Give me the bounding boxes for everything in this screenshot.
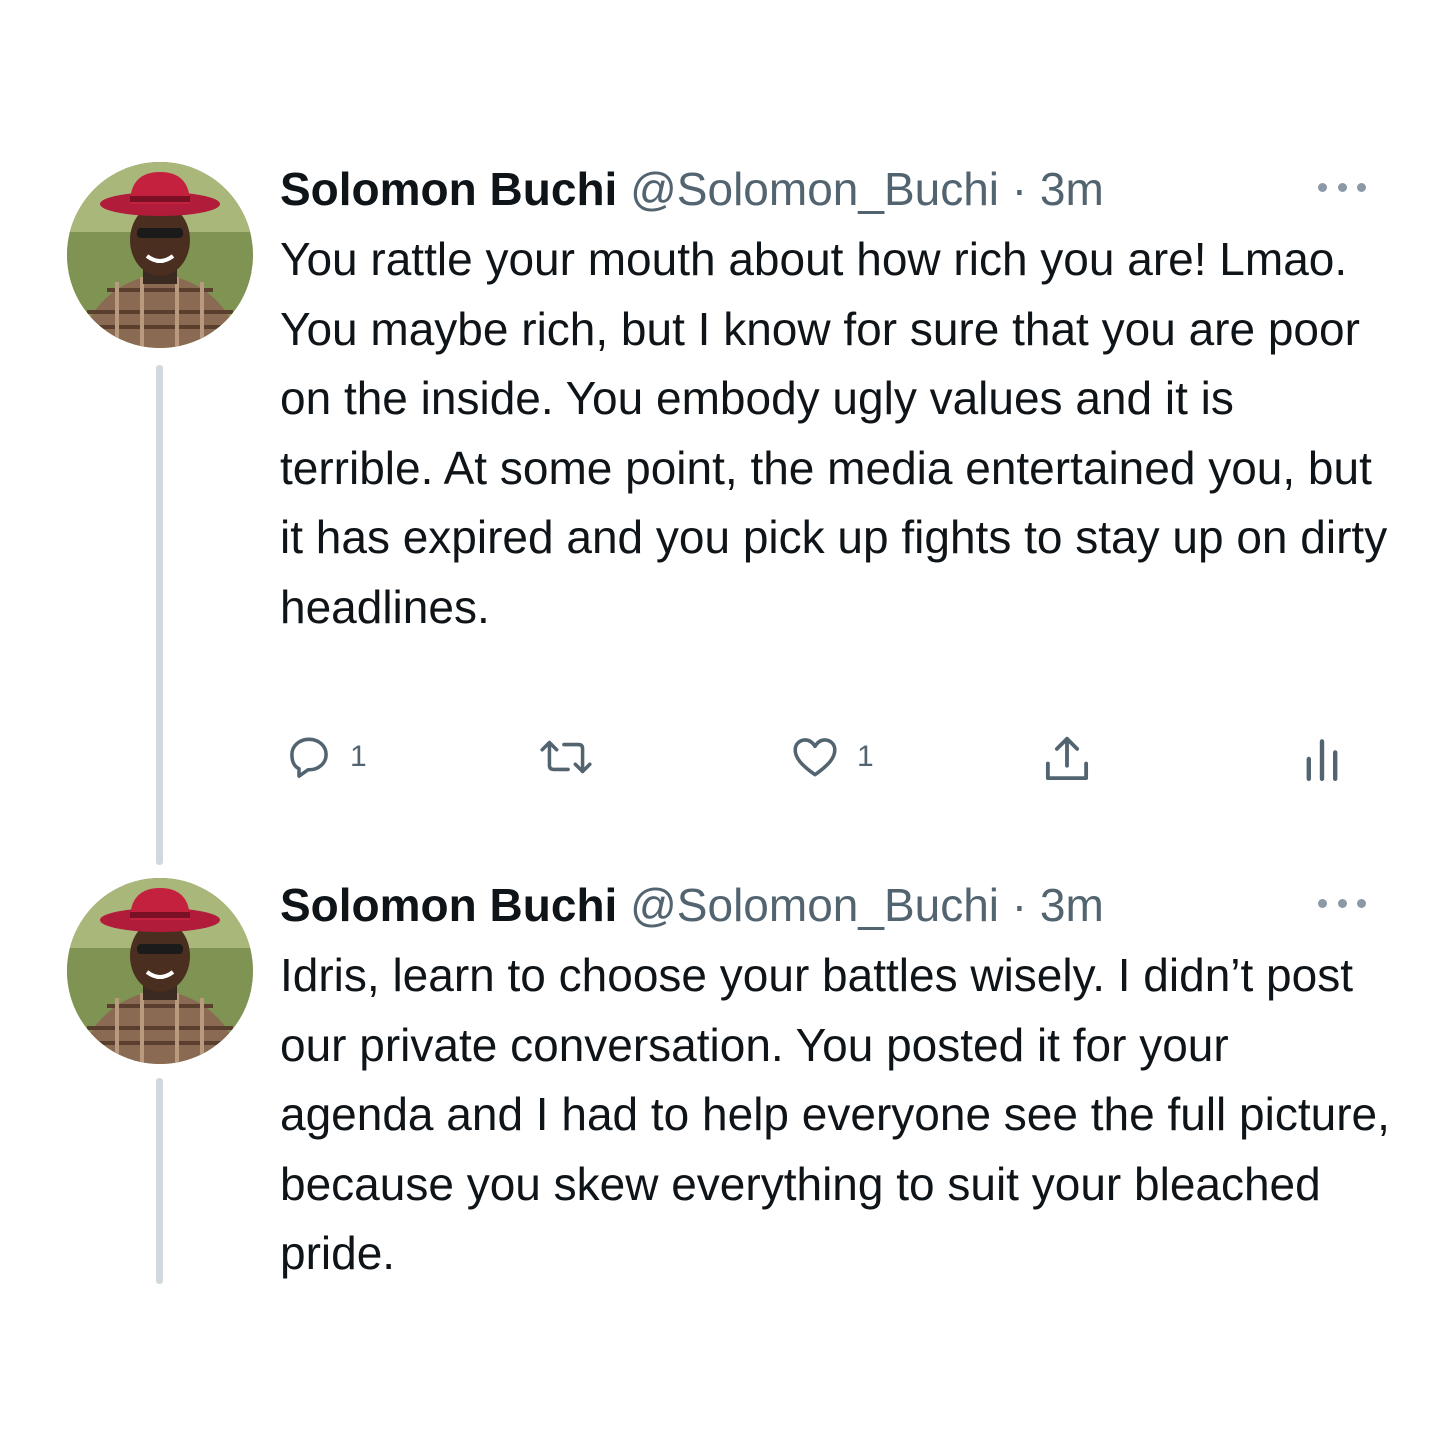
analytics-button[interactable] (1300, 732, 1344, 786)
avatar-photo-icon (67, 878, 253, 1064)
avatar-photo-icon (67, 162, 253, 348)
like-count: 1 (857, 740, 874, 773)
author-handle[interactable]: @Solomon_Buchi (630, 879, 999, 931)
separator-dot: · (1011, 163, 1028, 215)
tweet-timestamp[interactable]: 3m (1040, 879, 1104, 931)
avatar[interactable] (67, 878, 253, 1064)
tweet-timestamp[interactable]: 3m (1040, 163, 1104, 215)
tweet-header: Solomon Buchi @Solomon_Buchi · 3m (280, 878, 1104, 932)
tweet-actions: 1 1 (0, 732, 1440, 792)
tweet-text: You rattle your mouth about how rich you… (280, 233, 1388, 633)
tweet-header: Solomon Buchi @Solomon_Buchi · 3m (280, 162, 1104, 216)
share-icon (1045, 736, 1089, 781)
reply-icon (290, 737, 328, 778)
author-name[interactable]: Solomon Buchi (280, 879, 617, 931)
share-button[interactable] (1040, 732, 1094, 786)
thread-connector-line (156, 1078, 163, 1284)
retweet-button[interactable] (537, 732, 611, 782)
reply-button[interactable]: 1 (284, 732, 367, 782)
author-name[interactable]: Solomon Buchi (280, 163, 617, 215)
like-icon (793, 738, 837, 777)
tweet-text: Idris, learn to choose your battles wise… (280, 949, 1390, 1279)
retweet-icon (540, 740, 592, 774)
separator-dot: · (1011, 879, 1028, 931)
author-handle[interactable]: @Solomon_Buchi (630, 163, 999, 215)
like-button[interactable]: 1 (789, 732, 874, 782)
avatar[interactable] (67, 162, 253, 348)
analytics-icon (1306, 739, 1338, 782)
more-options-icon[interactable] (1318, 180, 1366, 194)
more-options-icon[interactable] (1318, 896, 1366, 910)
reply-count: 1 (350, 740, 367, 773)
